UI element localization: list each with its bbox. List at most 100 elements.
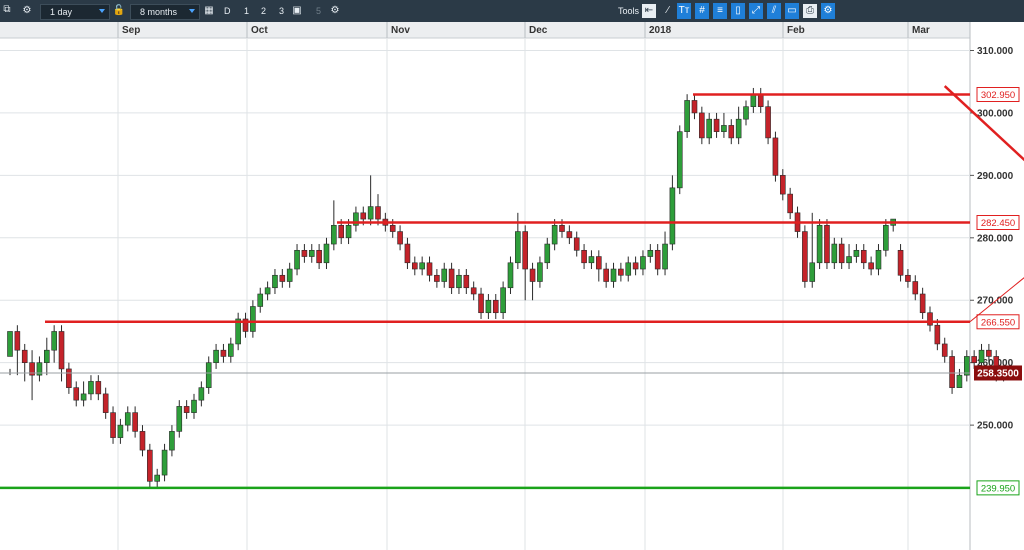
candle-body-down — [478, 293, 484, 314]
candle-body-down — [139, 431, 146, 451]
candle-body-up — [846, 256, 852, 264]
candle-body-up — [264, 287, 271, 295]
calendar-icon[interactable]: ▦ — [202, 4, 216, 18]
candle-body-down — [802, 231, 808, 282]
current-price-label: 258.3500 — [977, 368, 1019, 379]
chart-type-button[interactable]: D — [224, 0, 231, 22]
rectangle-tool-icon[interactable]: ▭ — [785, 3, 799, 19]
grid-tool-icon[interactable]: # — [695, 3, 709, 19]
layout-grid-icon[interactable]: ▣ — [290, 4, 304, 18]
candle-body-down — [838, 243, 845, 264]
layout-3-button[interactable]: 3 — [279, 0, 284, 22]
candle-body-up — [831, 243, 838, 264]
fib-tool-icon[interactable]: ⫽ — [767, 3, 781, 19]
print-icon[interactable]: ⎙ — [803, 4, 817, 18]
candle-body-down — [618, 268, 624, 276]
line-draw-icon[interactable]: ∕ — [661, 4, 675, 18]
candle-body-up — [117, 424, 124, 438]
candle-tool-icon[interactable]: ▯ — [731, 3, 745, 19]
candle-body-up — [963, 356, 970, 376]
settings-icon[interactable]: ⚙ — [328, 4, 342, 18]
candle-body-up — [154, 474, 160, 482]
layout-1-button[interactable]: 1 — [244, 0, 249, 22]
candle-body-down — [21, 349, 28, 363]
candle-body-down — [559, 225, 565, 232]
candle-body-up — [721, 125, 727, 132]
candle-body-down — [941, 343, 948, 357]
gear-icon[interactable]: ⚙ — [20, 4, 34, 18]
candle-body-up — [228, 343, 234, 357]
candle-body-down — [603, 268, 609, 282]
candle-body-down — [434, 274, 440, 282]
candle-body-down — [411, 262, 418, 270]
candle-body-up — [588, 256, 595, 264]
candle — [802, 225, 808, 288]
candle-body-up — [640, 256, 646, 270]
candle-body-up — [456, 274, 462, 289]
indicator-settings-icon[interactable]: ⚙ — [821, 3, 835, 19]
x-tick-label: Sep — [122, 25, 140, 36]
candle-body-up — [706, 118, 713, 139]
price-level-label: 239.950 — [981, 483, 1015, 494]
x-tick-label: Mar — [912, 25, 930, 36]
window-icon[interactable]: ⧉ — [0, 3, 14, 17]
candle-body-up — [124, 412, 131, 426]
candle-body-up — [51, 331, 57, 351]
candle-body-up — [80, 393, 87, 401]
candle-body-down — [404, 243, 411, 264]
candle-body-up — [419, 262, 425, 270]
measure-tool-icon[interactable]: ⤢ — [749, 3, 763, 19]
candle-body-down — [338, 225, 345, 239]
candle-body-up — [809, 262, 816, 282]
y-tick-label: 250.000 — [977, 421, 1014, 432]
candle-body-down — [860, 249, 867, 264]
candle-body-down — [110, 412, 116, 438]
layout-5-button[interactable]: 5 — [316, 0, 321, 22]
y-tick-label: 310.000 — [977, 46, 1014, 57]
back-arrow-icon[interactable]: ⇤ — [642, 4, 656, 18]
text-tool-icon[interactable]: Tт — [677, 3, 691, 19]
candle-body-down — [713, 118, 720, 132]
candle-body-up — [625, 262, 632, 276]
lock-icon[interactable]: 🔓 — [112, 4, 126, 18]
candle-body-down — [905, 274, 911, 282]
candle — [949, 350, 955, 394]
candle — [765, 100, 771, 145]
candle-body-up — [662, 243, 668, 270]
horizontal-line-icon[interactable]: ≡ — [713, 3, 727, 19]
candle-body-down — [912, 281, 919, 295]
range-select[interactable]: 8 months — [130, 4, 200, 20]
candle-body-down — [147, 449, 153, 482]
candle-body-down — [220, 349, 227, 357]
interval-label: 1 day — [50, 7, 73, 17]
y-tick-label: 300.000 — [977, 108, 1014, 119]
candle-body-up — [7, 331, 13, 357]
candle-body-down — [765, 106, 771, 139]
price-chart[interactable]: Sep Oct Nov Dec 2018 Feb Mar 310.000 300.000 290… — [0, 22, 1024, 550]
candle-body-down — [779, 175, 786, 195]
candle-body-up — [883, 225, 889, 251]
layout-2-button[interactable]: 2 — [261, 0, 266, 22]
candle-body-up — [213, 349, 219, 363]
candle-body-down — [971, 356, 977, 363]
candle-body-down — [573, 237, 580, 251]
candle-body-down — [566, 231, 573, 239]
candle-body-down — [529, 268, 536, 282]
chevron-down-icon — [189, 9, 195, 13]
candle-body-down — [95, 381, 102, 395]
range-label: 8 months — [140, 7, 178, 17]
candle-body-down — [897, 249, 904, 276]
candle-body-up — [294, 249, 300, 270]
candle — [147, 443, 153, 488]
candle — [684, 94, 690, 138]
x-tick-label: Oct — [251, 25, 268, 36]
candle-body-down — [448, 268, 455, 289]
price-level-label: 302.950 — [981, 90, 1015, 101]
candle-body-down — [73, 387, 80, 401]
candle-body-down — [66, 368, 72, 388]
x-tick-label: 2018 — [649, 25, 672, 36]
candle-body-down — [279, 274, 286, 282]
interval-select[interactable]: 1 day — [40, 4, 110, 20]
candle-body-down — [824, 225, 830, 264]
candle-body-up — [331, 225, 337, 245]
